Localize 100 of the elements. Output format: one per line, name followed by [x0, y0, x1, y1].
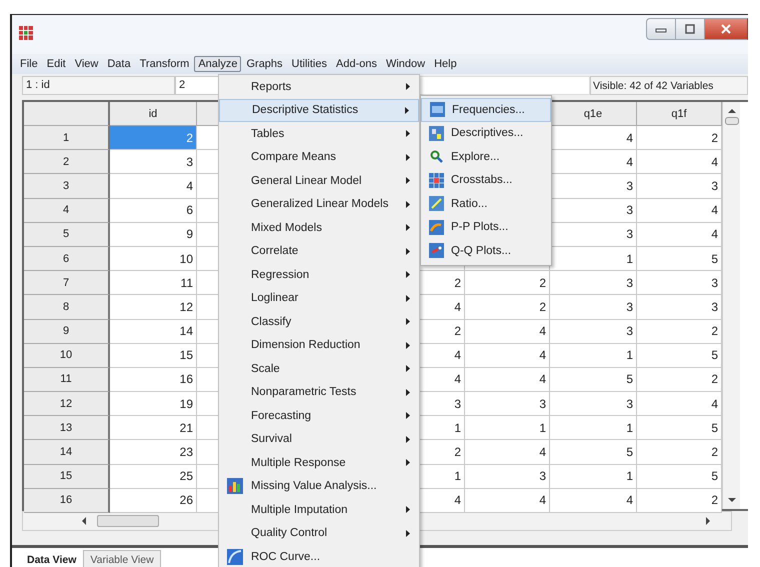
curve-icon: [227, 548, 243, 565]
menu-bar-item[interactable]: Graphs: [242, 56, 287, 72]
menu-bar-item[interactable]: Help: [430, 56, 461, 72]
menu-item[interactable]: ROC Curve...: [219, 545, 419, 567]
chart-icon: [227, 478, 243, 494]
row-header[interactable]: 4: [24, 198, 110, 223]
table-cell: 25: [110, 464, 197, 489]
submenu-arrow-icon: [406, 200, 410, 208]
submenu-arrow-icon: [406, 248, 410, 255]
grid-icon: [428, 172, 444, 188]
menu-item[interactable]: Ratio...: [421, 192, 551, 216]
horizontal-scrollbar[interactable]: [81, 515, 159, 527]
scroll-down-icon[interactable]: [728, 497, 736, 503]
row-header[interactable]: 1: [24, 126, 110, 150]
menu-item[interactable]: P-P Plots...: [421, 216, 551, 239]
scroll-right-icon[interactable]: [705, 517, 711, 525]
table-cell: 3: [637, 174, 722, 199]
row-header[interactable]: 5: [24, 222, 110, 247]
menu-bar-item[interactable]: Analyze: [194, 56, 242, 72]
menu-item[interactable]: Generalized Linear Models: [219, 192, 419, 216]
menu-bar-item[interactable]: Add-ons: [332, 56, 381, 72]
table-cell: 3: [550, 174, 637, 199]
row-header[interactable]: 16: [24, 488, 110, 513]
menu-bar-item[interactable]: Data: [103, 56, 135, 72]
scroll-left-icon[interactable]: [81, 517, 87, 525]
row-header[interactable]: 12: [24, 392, 110, 416]
menu-item[interactable]: Regression: [219, 263, 419, 286]
menu-item[interactable]: Multiple Imputation: [219, 498, 419, 522]
table-cell: 4: [420, 295, 465, 320]
scroll-up-icon[interactable]: [728, 108, 736, 114]
table-cell: 1: [550, 246, 637, 272]
table-cell: 3: [550, 295, 637, 320]
table-cell: 2: [637, 488, 722, 513]
menu-item[interactable]: Forecasting: [219, 404, 419, 428]
menu-item[interactable]: Survival: [219, 428, 419, 451]
row-header[interactable]: 6: [24, 246, 110, 272]
table-cell: 4: [110, 174, 197, 199]
row-header[interactable]: 9: [24, 320, 110, 344]
menu-item[interactable]: Classify: [219, 310, 419, 334]
row-header[interactable]: 15: [24, 464, 110, 489]
menu-bar-item[interactable]: Window: [382, 56, 430, 72]
maximize-button[interactable]: [675, 18, 704, 40]
menu-item[interactable]: Quality Control: [219, 522, 419, 545]
table-cell: 19: [110, 392, 197, 416]
menu-item[interactable]: Mixed Models: [219, 216, 419, 240]
table-cell: 1: [550, 416, 637, 440]
table-cell: 4: [550, 126, 637, 150]
table-cell: 10: [110, 246, 197, 272]
table-cell: 5: [550, 368, 637, 392]
menu-item[interactable]: Tables: [219, 122, 419, 146]
submenu-arrow-icon: [406, 436, 410, 443]
menu-item[interactable]: Correlate: [219, 240, 419, 263]
menu-item[interactable]: Q-Q Plots...: [421, 239, 551, 262]
submenu-arrow-icon: [406, 506, 410, 514]
menu-item[interactable]: Missing Value Analysis...: [219, 474, 419, 498]
menu-item[interactable]: General Linear Model: [219, 169, 419, 192]
table-cell: 4: [550, 150, 637, 174]
menu-item[interactable]: Frequencies...: [421, 98, 551, 122]
column-header[interactable]: q1f: [637, 102, 722, 126]
cell-value-field[interactable]: 2: [175, 76, 220, 95]
row-header[interactable]: 3: [24, 174, 110, 199]
minimize-button[interactable]: [646, 18, 675, 40]
row-header[interactable]: 13: [24, 416, 110, 440]
box-plot-icon: [428, 126, 444, 141]
row-header[interactable]: 2: [24, 150, 110, 174]
menu-bar-item[interactable]: View: [70, 56, 102, 72]
menu-item[interactable]: Descriptive Statistics: [219, 98, 419, 122]
row-header[interactable]: 8: [24, 295, 110, 320]
menu-item[interactable]: Dimension Reduction: [219, 334, 419, 357]
row-header[interactable]: 10: [24, 344, 110, 368]
menu-item[interactable]: Compare Means: [219, 146, 419, 169]
scroll-thumb[interactable]: [97, 515, 159, 527]
menu-item[interactable]: Nonparametric Tests: [219, 380, 419, 404]
row-header[interactable]: 11: [24, 368, 110, 392]
plot-icon: [428, 243, 444, 258]
scroll-thumb[interactable]: [724, 117, 738, 125]
table-cell: 3: [550, 271, 637, 296]
menu-item[interactable]: Crosstabs...: [421, 168, 551, 192]
table-cell: 11: [110, 271, 197, 296]
menu-item[interactable]: Explore...: [421, 145, 551, 168]
menu-bar-item[interactable]: Edit: [42, 56, 70, 72]
submenu-arrow-icon: [405, 106, 409, 114]
menu-item[interactable]: Loglinear: [219, 286, 419, 310]
row-header[interactable]: 7: [24, 271, 110, 296]
table-cell: 3: [550, 320, 637, 344]
view-tab[interactable]: Variable View: [83, 550, 161, 567]
row-header[interactable]: 14: [24, 440, 110, 465]
menu-bar-item[interactable]: Transform: [136, 56, 194, 72]
column-header[interactable]: id: [110, 102, 197, 126]
menu-item[interactable]: Reports: [219, 75, 419, 98]
menu-item[interactable]: Descriptives...: [421, 122, 551, 145]
menu-item[interactable]: Scale: [219, 357, 419, 380]
vertical-scrollbar[interactable]: [722, 102, 740, 509]
close-button[interactable]: [704, 18, 748, 40]
menu-item[interactable]: Multiple Response: [219, 451, 419, 474]
menu-bar-item[interactable]: Utilities: [288, 56, 331, 72]
menu-bar-item[interactable]: File: [16, 56, 42, 72]
submenu-arrow-icon: [406, 83, 410, 90]
column-header[interactable]: q1e: [550, 102, 637, 126]
cell-name-field[interactable]: 1 : id: [22, 76, 175, 95]
